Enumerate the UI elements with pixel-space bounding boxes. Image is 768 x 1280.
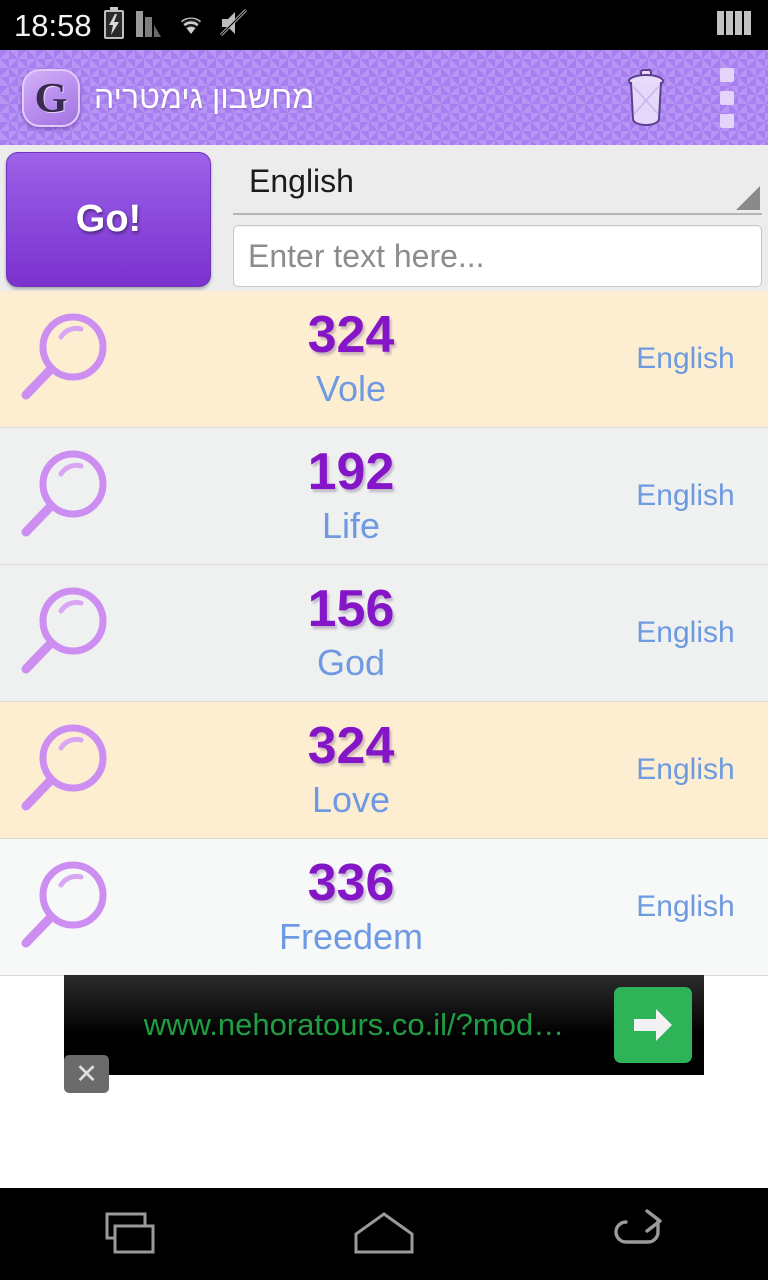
result-main: 324 Vole [99, 308, 603, 410]
result-row[interactable]: 156 God English [0, 565, 768, 702]
result-main: 192 Life [99, 445, 603, 547]
search-input-placeholder: Enter text here... [248, 237, 485, 274]
result-language: English [636, 479, 735, 512]
result-list: 324 Vole English 192 Life English 156 God Engl… [0, 291, 768, 976]
overflow-dot [720, 90, 734, 105]
language-spinner-value: English [249, 162, 354, 199]
magnifier-icon [21, 861, 106, 948]
result-row[interactable]: 324 Love English [0, 702, 768, 839]
mute-icon [218, 8, 250, 43]
back-arrow-icon [614, 1209, 662, 1244]
header-actions [622, 67, 752, 128]
language-spinner[interactable]: English [233, 149, 762, 215]
gematria-value: 324 [307, 306, 395, 365]
result-main: 336 Freedem [99, 856, 603, 958]
magnifier-icon [21, 450, 106, 537]
gematria-value: 324 [307, 717, 395, 776]
status-clock: 18:58 [14, 7, 92, 43]
app-icon: G [22, 68, 80, 127]
home-button[interactable] [324, 1188, 444, 1280]
app-header: G מחשבון גימטריה [0, 50, 768, 145]
magnifier-icon [21, 724, 106, 811]
result-main: 324 Love [99, 719, 603, 821]
chevron-down-icon [736, 186, 760, 210]
ad-url-text[interactable]: www.nehoratours.co.il/?mod… [64, 1007, 614, 1043]
result-row[interactable]: 192 Life English [0, 428, 768, 565]
home-icon [354, 1212, 414, 1254]
overflow-dot [720, 113, 734, 128]
result-row[interactable]: 324 Vole English [0, 291, 768, 428]
battery-charging-icon [103, 6, 125, 44]
signal-bars-icon [134, 7, 164, 44]
result-main: 156 God [99, 582, 603, 684]
wifi-icon [173, 8, 209, 43]
overflow-menu-icon[interactable] [710, 67, 744, 128]
gematria-value: 192 [307, 443, 395, 502]
status-icon-group [103, 6, 250, 44]
gematria-value: 156 [307, 580, 395, 639]
result-word: Life [321, 504, 381, 546]
status-bar: 18:58 [0, 0, 768, 50]
result-language: English [636, 753, 735, 786]
arrow-right-icon [634, 1009, 672, 1041]
go-button[interactable]: Go! [6, 152, 211, 287]
overflow-dot [720, 67, 734, 82]
page-title: מחשבון גימטריה [94, 79, 315, 115]
ad-banner[interactable]: www.nehoratours.co.il/?mod… ✕ [64, 975, 704, 1093]
result-word: Love [311, 778, 391, 820]
ad-close-button[interactable]: ✕ [64, 1055, 109, 1093]
magnifier-icon [21, 587, 106, 674]
result-language: English [636, 342, 735, 375]
result-word: Vole [315, 367, 387, 409]
result-word: Freedem [278, 915, 424, 957]
search-input[interactable]: Enter text here... [233, 225, 762, 287]
recents-button[interactable] [68, 1188, 188, 1280]
recents-icon [105, 1212, 155, 1254]
result-language: English [636, 616, 735, 649]
system-nav-bar [0, 1188, 768, 1280]
input-toolbar: Go! English Enter text here... [0, 145, 768, 291]
result-row[interactable]: 336 Freedem English [0, 839, 768, 976]
result-language: English [636, 890, 735, 923]
result-word: God [316, 641, 386, 683]
ad-cta-button[interactable] [614, 987, 692, 1063]
status-right-group [714, 6, 754, 45]
app-icon-letter: G [34, 75, 68, 122]
input-right-column: English Enter text here... [219, 145, 768, 287]
trash-icon[interactable] [622, 68, 670, 127]
gematria-value: 336 [307, 854, 395, 913]
back-button[interactable] [580, 1188, 700, 1280]
magnifier-icon [21, 313, 106, 400]
sim-bars-icon [714, 6, 754, 45]
